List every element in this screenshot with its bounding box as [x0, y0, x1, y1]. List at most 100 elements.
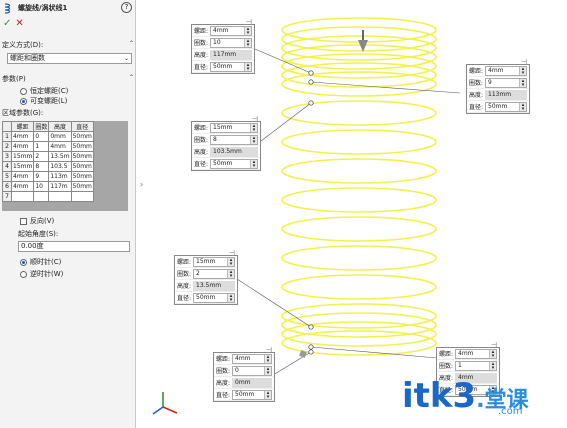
table-cell[interactable]: 9 — [33, 171, 50, 182]
table-row[interactable]: 4 15mm 8 103.5 50mm — [2, 161, 94, 172]
callout-label: 螺距: — [216, 356, 231, 363]
helix-curve[interactable] — [281, 17, 437, 356]
spin-arrows-icon[interactable]: ▴ ▾ — [227, 269, 234, 278]
helix-turn — [281, 129, 437, 155]
callout-turns-value[interactable]: 10 ▴ ▾ — [210, 37, 252, 48]
table-row[interactable]: 1 4mm 0 0mm 50mm — [2, 131, 94, 142]
callout-diameter-value[interactable]: 50mm ▴ ▾ — [210, 61, 252, 72]
spin-arrows-icon[interactable]: ▴ ▾ — [227, 293, 234, 302]
table-body: 1 4mm 0 0mm 50mm 2 4mm 1 4mm 50mm 3 15mm 2 13.5m 50mm 4… — [2, 131, 94, 202]
table-row[interactable]: 6 4mm 10 117m 50mm — [2, 181, 94, 192]
table-cell[interactable]: 15mm — [10, 151, 35, 162]
radio-clockwise[interactable]: 顺时针(C) — [20, 257, 134, 267]
callout-pitch-value[interactable]: 4mm ▴ ▾ — [485, 65, 527, 76]
callout-diameter-value[interactable]: 50mm ▴ ▾ — [210, 158, 258, 169]
table-cell[interactable]: 2 — [33, 151, 50, 162]
callout-turns-value[interactable]: 2 ▴ ▾ — [193, 268, 235, 279]
spin-arrows-icon[interactable]: ▴ ▾ — [250, 135, 257, 144]
spin-arrows-icon[interactable]: ▴ ▾ — [244, 38, 251, 47]
table-cell[interactable]: 50mm — [70, 181, 94, 192]
table-cell[interactable]: 4mm — [10, 131, 35, 142]
table-row[interactable]: 2 4mm 1 4mm 50mm — [2, 141, 94, 152]
help-icon[interactable]: ? — [121, 2, 132, 13]
table-cell[interactable]: 4mm — [10, 141, 35, 152]
table-cell[interactable]: 50mm — [70, 131, 94, 142]
push-pin-icon[interactable] — [358, 30, 368, 52]
table-cell[interactable]: 50mm — [70, 141, 94, 152]
table-row[interactable]: 7 — [2, 191, 94, 202]
table-cell[interactable]: 1 — [33, 141, 50, 152]
callout-value-text: 50mm — [213, 62, 233, 70]
callout-turns-value[interactable]: 8 ▴ ▾ — [210, 134, 258, 145]
spin-arrows-icon[interactable]: ▴ ▾ — [519, 102, 526, 111]
table-cell[interactable]: 103.5 — [48, 161, 72, 172]
radio-counterclockwise[interactable]: 逆时针(W) — [20, 269, 134, 279]
definition-select[interactable]: 螺距和圈数 ⌄ — [7, 53, 132, 64]
table-cell[interactable]: 0mm — [48, 131, 72, 142]
table-cell[interactable]: 50mm — [70, 151, 94, 162]
callout-pitch-value[interactable]: 4mm ▴ ▾ — [455, 348, 497, 359]
callout-turns-value[interactable]: 0 ▴ ▾ — [232, 365, 272, 376]
table-cell[interactable]: 0 — [33, 131, 50, 142]
radio-variable-pitch[interactable]: 可变螺距(L) — [20, 96, 134, 106]
spin-arrows-icon[interactable]: ▴ ▾ — [519, 66, 526, 75]
table-header-cell: 直径 — [70, 121, 94, 132]
spin-arrows-icon[interactable]: ▴ ▾ — [264, 390, 271, 399]
spin-arrows-icon[interactable]: ▴ ▾ — [519, 78, 526, 87]
callout-value-text: 2 — [196, 269, 200, 277]
table-cell[interactable] — [48, 191, 72, 202]
table-cell[interactable]: 4mm — [10, 171, 35, 182]
spin-arrows-icon[interactable]: ▴ ▾ — [264, 366, 271, 375]
table-cell[interactable]: 13.5m — [48, 151, 72, 162]
collapse-chevron-icon[interactable]: ⌃ — [129, 74, 134, 84]
spin-arrows-icon[interactable]: ▴ ▾ — [489, 349, 496, 358]
spin-arrows-icon[interactable]: ▴ ▾ — [264, 354, 271, 363]
table-cell[interactable]: 15mm — [10, 161, 35, 172]
callout-box[interactable]: ⊣ 螺距: 15mm ▴ ▾ 圈数: 8 ▴ ▾ 高度: 103.5mm 直径: 50mm ▴ ▾ — [191, 115, 261, 171]
table-cell[interactable] — [70, 191, 94, 202]
callout-box[interactable]: ⊣ 螺距: 4mm ▴ ▾ 圈数: 0 ▴ ▾ 高度: 0mm 直径: 50mm ▴ ▾ — [213, 346, 275, 402]
start-angle-input[interactable]: 0.00度 — [18, 241, 130, 252]
callout-diameter-value[interactable]: 50mm ▴ ▾ — [485, 101, 527, 112]
spin-arrows-icon[interactable]: ▴ ▾ — [244, 62, 251, 71]
spin-arrows-icon[interactable]: ▴ ▾ — [250, 159, 257, 168]
collapse-chevron-icon[interactable]: ⌃ — [129, 40, 134, 50]
callout-box[interactable]: ⊣ 螺距: 15mm ▴ ▾ 圈数: 2 ▴ ▾ 高度: 13.5mm 直径: 50mm ▴ ▾ — [174, 249, 238, 305]
spin-arrows-icon[interactable]: ▴ ▾ — [250, 123, 257, 132]
table-row[interactable]: 5 4mm 9 113m 50mm — [2, 171, 94, 182]
ok-button[interactable]: ✓ — [3, 18, 11, 29]
table-cell[interactable]: 113m — [48, 171, 72, 182]
spin-arrows-icon[interactable]: ▴ ▾ — [244, 26, 251, 35]
callout-pitch-value[interactable]: 4mm ▴ ▾ — [232, 353, 272, 364]
callout-box[interactable]: ⊣ 螺距: 4mm ▴ ▾ 圈数: 10 ▴ ▾ 高度: 117mm 直径: 50mm ▴ ▾ — [191, 18, 255, 74]
spin-arrows-icon[interactable]: ▴ ▾ — [489, 361, 496, 370]
table-cell[interactable]: 8 — [33, 161, 50, 172]
callout-turns-value[interactable]: 1 ▴ ▾ — [455, 360, 497, 371]
callout-box[interactable]: ⊣ 螺距: 4mm ▴ ▾ 圈数: 9 ▴ ▾ 高度: 113mm 直径: 50mm ▴ ▾ — [466, 58, 530, 114]
cancel-button[interactable]: ✕ — [15, 18, 23, 29]
table-row[interactable]: 3 15mm 2 13.5m 50mm — [2, 151, 94, 162]
table-cell[interactable] — [33, 191, 50, 202]
callout-label: 直径: — [194, 161, 209, 168]
callout-turns-value[interactable]: 9 ▴ ▾ — [485, 77, 527, 88]
table-cell[interactable]: 117m — [48, 181, 72, 192]
spin-arrows-icon[interactable]: ▴ ▾ — [227, 257, 234, 266]
table-cell[interactable]: 4mm — [48, 141, 72, 152]
callout-diameter-value[interactable]: 50mm ▴ ▾ — [232, 389, 272, 400]
callout-pitch-value[interactable]: 4mm ▴ ▾ — [210, 25, 252, 36]
region-params-table[interactable]: 螺距 圈数 高度 直径 1 4mm 0 0mm 50mm 2 4mm 1 4mm 50mm 3 15mm 2 1… — [2, 121, 128, 211]
table-cell[interactable]: 4mm — [10, 181, 35, 192]
callout-value-text: 10 — [213, 38, 221, 46]
table-cell[interactable] — [10, 191, 35, 202]
triad-icon[interactable] — [152, 392, 178, 415]
reverse-checkbox[interactable]: 反向(V) — [20, 216, 134, 226]
callout-diameter-value[interactable]: 50mm ▴ ▾ — [193, 292, 235, 303]
table-cell[interactable]: 10 — [33, 181, 50, 192]
table-cell[interactable]: 50mm — [70, 171, 94, 182]
callout-pitch-value[interactable]: 15mm ▴ ▾ — [193, 256, 235, 267]
table-cell[interactable]: 50mm — [70, 161, 94, 172]
radio-constant-pitch[interactable]: 恒定螺距(C) — [20, 86, 134, 96]
callout-value-text: 4mm — [488, 66, 504, 74]
callout-pitch-value[interactable]: 15mm ▴ ▾ — [210, 122, 258, 133]
callout-label: 螺距: — [177, 259, 192, 266]
